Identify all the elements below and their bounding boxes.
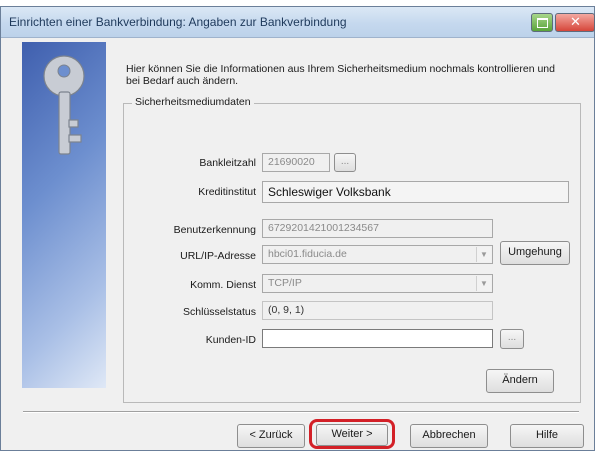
intro-text: Hier können Sie die Informationen aus Ih… <box>126 63 555 87</box>
url-value: hbci01.fiducia.de <box>268 248 347 260</box>
url-label: URL/IP-Adresse <box>180 250 256 262</box>
url-dropdown-arrow-icon[interactable]: ▼ <box>476 247 491 262</box>
groupbox-label: Sicherheitsmediumdaten <box>132 96 254 108</box>
next-button-highlight <box>309 419 395 449</box>
bankleitzahl-field[interactable]: 21690020 <box>262 153 330 172</box>
schluesselstatus-field: (0, 9, 1) <box>262 301 493 320</box>
benutzerkennung-field[interactable]: 6729201421001234567 <box>262 219 493 238</box>
bankleitzahl-label: Bankleitzahl <box>199 157 256 169</box>
komm-dienst-label: Komm. Dienst <box>190 279 256 291</box>
kunden-id-label: Kunden-ID <box>205 334 256 346</box>
kreditinstitut-label: Kreditinstitut <box>198 186 256 198</box>
url-combobox[interactable]: hbci01.fiducia.de ▼ <box>262 245 493 264</box>
komm-dienst-combobox[interactable]: TCP/IP ▼ <box>262 274 493 293</box>
schluesselstatus-label: Schlüsselstatus <box>183 306 256 318</box>
umgehung-button[interactable]: Umgehung <box>500 241 570 265</box>
window-title: Einrichten einer Bankverbindung: Angaben… <box>9 15 347 29</box>
bankleitzahl-browse-button[interactable]: ... <box>334 153 356 172</box>
kunden-id-browse-button[interactable]: ... <box>500 329 524 349</box>
restore-icon <box>537 18 548 28</box>
kunden-id-input[interactable] <box>262 329 493 348</box>
close-button[interactable]: ✕ <box>555 13 595 32</box>
key-illustration-panel <box>22 42 106 388</box>
key-icon <box>43 55 85 155</box>
back-button[interactable]: < Zurück <box>237 424 305 448</box>
help-button[interactable]: Hilfe <box>510 424 584 448</box>
benutzerkennung-label: Benutzerkennung <box>173 224 256 236</box>
aendern-button[interactable]: Ändern <box>486 369 554 393</box>
komm-dienst-value: TCP/IP <box>268 277 302 289</box>
title-bar: Einrichten einer Bankverbindung: Angaben… <box>1 7 595 38</box>
komm-dienst-dropdown-arrow-icon[interactable]: ▼ <box>476 276 491 291</box>
kreditinstitut-field[interactable]: Schleswiger Volksbank <box>262 181 569 203</box>
restore-button[interactable] <box>531 13 553 32</box>
cancel-button[interactable]: Abbrechen <box>410 424 488 448</box>
footer-separator <box>23 411 579 413</box>
close-icon: ✕ <box>570 14 581 29</box>
